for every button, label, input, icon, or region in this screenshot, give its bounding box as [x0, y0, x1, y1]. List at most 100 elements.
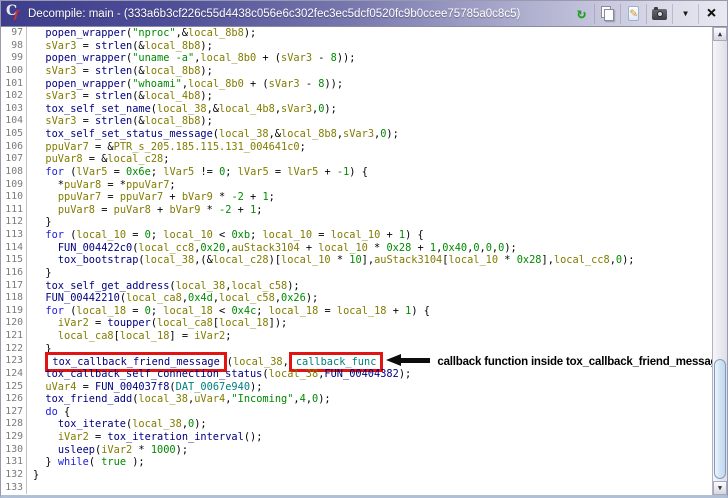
code-token[interactable]	[33, 368, 45, 380]
code-token[interactable]: =	[76, 40, 95, 52]
code-token[interactable]: local_38	[157, 103, 207, 115]
code-token[interactable]	[33, 305, 45, 317]
code-token[interactable]: popen_wrapper	[45, 52, 126, 64]
code-line[interactable]: 116 }	[1, 267, 712, 280]
code-token[interactable]: ;	[151, 229, 163, 241]
code-line[interactable]: 112 }	[1, 216, 712, 229]
code-token[interactable]	[33, 381, 45, 393]
code-token[interactable]: lVar5	[163, 166, 194, 178]
code-line[interactable]: 125 uVar4 = FUN_004037f8(DAT_0067e940);	[1, 381, 712, 394]
code-token[interactable]: ));	[324, 78, 343, 90]
code-token[interactable]	[33, 52, 45, 64]
code-token[interactable]	[33, 229, 45, 241]
code-token[interactable]: );	[200, 65, 212, 77]
code-token[interactable]: *	[132, 444, 151, 456]
code-token[interactable]: local_8b8	[188, 27, 244, 39]
code-token[interactable]: (	[64, 166, 76, 178]
code-line[interactable]: 113 for (local_10 = 0; local_10 < 0xb; l…	[1, 229, 712, 242]
code-line[interactable]: 114 FUN_004422c0(local_cc8,0x20,auStack3…	[1, 242, 712, 255]
code-token[interactable]: );	[194, 418, 206, 430]
code-token[interactable]: (	[64, 229, 76, 241]
code-token[interactable]: (	[89, 456, 101, 468]
code-line[interactable]: 123 tox_callback_friend_message(local_38…	[1, 355, 712, 368]
code-line[interactable]: 99 popen_wrapper("uname -a",local_8b0 + …	[1, 52, 712, 65]
code-token[interactable]: sVar3	[281, 103, 312, 115]
code-line[interactable]: 130 usleep(iVar2 * 1000);	[1, 444, 712, 457]
code-token[interactable]: local_38	[132, 418, 182, 430]
code-token[interactable]: local_c58	[219, 292, 275, 304]
code-token[interactable]: local_10	[281, 254, 331, 266]
code-token[interactable]: sVar3	[45, 65, 76, 77]
code-line[interactable]: 127 do {	[1, 406, 712, 419]
code-token[interactable]: +	[380, 229, 399, 241]
code-token[interactable]: local_c28	[213, 254, 269, 266]
code-token[interactable]: "Incoming"	[231, 393, 293, 405]
code-token[interactable]: ;	[256, 204, 262, 216]
code-token[interactable]: (&	[132, 90, 144, 102]
code-token[interactable]: ();	[244, 431, 263, 443]
code-line[interactable]: 119 for (local_18 = 0; local_18 < 0x4c; …	[1, 305, 712, 318]
code-token[interactable]: 0x4c	[231, 305, 256, 317]
code-token[interactable]	[33, 166, 45, 178]
code-token[interactable]: ;	[169, 179, 175, 191]
code-token[interactable]: iVar2	[58, 431, 89, 443]
code-token[interactable]	[33, 128, 45, 140]
code-token[interactable]: sVar3	[45, 115, 76, 127]
code-token[interactable]: sVar3	[269, 78, 300, 90]
code-token[interactable]: = *	[101, 179, 126, 191]
code-token[interactable]: *	[498, 254, 517, 266]
code-token[interactable]: ppuVar7	[58, 191, 101, 203]
code-line[interactable]: 110 ppuVar7 = ppuVar7 + bVar9 * -2 + 1;	[1, 191, 712, 204]
code-token[interactable]: +	[300, 242, 319, 254]
code-token[interactable]: local_8b8	[145, 40, 201, 52]
code-token[interactable]: bVar9	[169, 204, 200, 216]
code-token[interactable]	[33, 317, 58, 329]
code-token[interactable]: ) {	[349, 166, 368, 178]
code-token[interactable]: +	[151, 204, 170, 216]
code-token[interactable]: uVar4	[194, 393, 225, 405]
code-token[interactable]: ;	[225, 166, 237, 178]
code-token[interactable]: ,(&	[194, 254, 213, 266]
code-token[interactable]: =	[76, 65, 95, 77]
code-token[interactable]	[33, 78, 45, 90]
code-token[interactable]: DAT_0067e940	[176, 381, 250, 393]
code-line[interactable]: 104 sVar3 = strlen(&local_8b8);	[1, 115, 712, 128]
code-token[interactable]: local_4b8	[145, 90, 201, 102]
code-token[interactable]: iVar2	[194, 330, 225, 342]
code-token[interactable]: local_18	[163, 305, 213, 317]
code-token[interactable]: local_38	[145, 254, 195, 266]
code-token[interactable]: 0x26	[281, 292, 306, 304]
code-token[interactable]: ) {	[405, 229, 424, 241]
code-token[interactable]: =	[76, 115, 95, 127]
code-token[interactable]: !=	[194, 166, 219, 178]
code-token[interactable]: local_c28	[107, 153, 163, 165]
code-token[interactable]: +	[411, 242, 430, 254]
code-token[interactable]: local_10	[76, 229, 126, 241]
code-token[interactable]: local_10	[318, 242, 368, 254]
code-token[interactable]: -	[312, 52, 331, 64]
code-token[interactable]: );	[324, 103, 336, 115]
code-token[interactable]: );	[504, 242, 516, 254]
code-token[interactable]: local_38	[138, 393, 188, 405]
code-token[interactable]: ;	[225, 330, 231, 342]
code-token[interactable]: =	[312, 229, 331, 241]
scroll-down-button[interactable]: ▼	[713, 481, 727, 495]
code-token[interactable]: ));	[337, 52, 356, 64]
code-token[interactable]: bVar9	[182, 191, 213, 203]
code-token[interactable]: );	[399, 368, 411, 380]
code-token[interactable]: puVar8	[64, 179, 101, 191]
code-token[interactable]: )[	[269, 254, 281, 266]
code-token[interactable]	[33, 65, 45, 77]
code-token[interactable]: ,&	[207, 103, 219, 115]
vertical-scrollbar[interactable]: ▲ ▼	[712, 27, 727, 495]
code-token[interactable]: );	[386, 128, 398, 140]
code-line[interactable]: 98 sVar3 = strlen(&local_8b8);	[1, 40, 712, 53]
code-token[interactable]: =	[89, 431, 108, 443]
code-line[interactable]: 105 tox_self_set_status_message(local_38…	[1, 128, 712, 141]
code-token[interactable]: );	[250, 381, 262, 393]
code-token[interactable]: ,&	[176, 27, 188, 39]
code-token[interactable]: <	[213, 305, 232, 317]
code-token[interactable]: tox_self_get_address	[45, 280, 169, 292]
code-token[interactable]: popen_wrapper	[45, 78, 126, 90]
code-token[interactable]: local_8b8	[145, 115, 201, 127]
